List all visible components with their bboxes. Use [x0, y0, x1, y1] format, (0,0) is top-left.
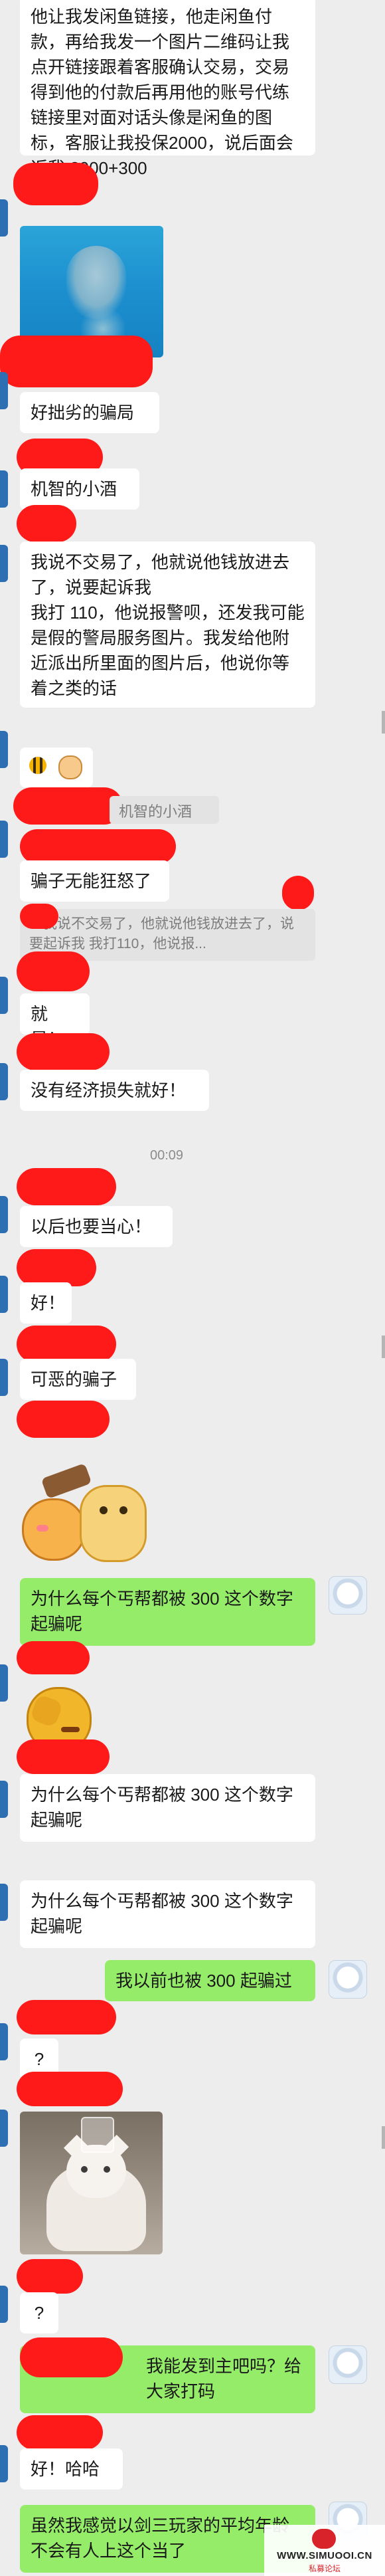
- avatar[interactable]: [0, 2110, 8, 2147]
- redacted-region: [20, 829, 176, 864]
- redacted-region: [282, 876, 314, 910]
- avatar[interactable]: [0, 199, 8, 237]
- message-bubble[interactable]: 好！哈哈: [20, 2448, 123, 2490]
- avatar-self[interactable]: [329, 1960, 367, 1999]
- scroll-tick: [382, 1336, 385, 1358]
- glass-on-head: [81, 2117, 114, 2153]
- message-bubble[interactable]: 好！: [20, 1282, 72, 1324]
- redacted-name: [17, 1641, 90, 1674]
- sticker-hammer: [40, 1462, 92, 1500]
- avatar[interactable]: [0, 372, 8, 409]
- avatar[interactable]: [0, 2445, 8, 2482]
- sticker-mouth: [61, 1727, 80, 1732]
- timestamp: 00:09: [150, 1148, 184, 1163]
- avatar[interactable]: [0, 1196, 8, 1233]
- redacted-name: [17, 2000, 116, 2034]
- watermark-url: WWW.SIMUOOI.CN: [277, 2550, 372, 2561]
- redacted-name: [13, 787, 123, 825]
- avatar[interactable]: [0, 821, 8, 858]
- avatar-self[interactable]: [329, 1576, 367, 1615]
- watermark-label: 私募论坛: [308, 2564, 341, 2573]
- redacted-name: [17, 1168, 116, 1205]
- avatar[interactable]: [0, 545, 8, 582]
- redacted-name: [17, 951, 90, 991]
- redacted-name: [13, 163, 98, 205]
- redacted-name: [17, 1739, 110, 1774]
- redacted-name: [17, 2259, 83, 2294]
- redacted-region: [0, 336, 153, 387]
- redacted-region: [20, 904, 58, 929]
- redacted-name: [17, 2072, 123, 2106]
- redacted-region: [20, 2337, 123, 2377]
- cat-photo[interactable]: [20, 2112, 163, 2254]
- sticker-character-right: [80, 1485, 147, 1562]
- message-bubble[interactable]: 为什么每个丐帮都被 300 这个数字起骗呢: [20, 1774, 315, 1842]
- avatar[interactable]: [0, 1781, 8, 1818]
- logo-icon: [312, 2529, 336, 2549]
- message-bubble-self[interactable]: 我以前也被 300 起骗过: [105, 1960, 315, 2001]
- message-bubble[interactable]: 可恶的骗子: [20, 1359, 136, 1400]
- redacted-name: [17, 2415, 103, 2450]
- sticker-eye: [119, 1506, 127, 1514]
- cat-eye: [81, 2166, 88, 2173]
- avatar[interactable]: [0, 470, 8, 508]
- avatar[interactable]: [0, 1063, 8, 1100]
- avatar[interactable]: [0, 731, 8, 768]
- redacted-name: [17, 1401, 110, 1438]
- message-bubble[interactable]: 机智的小酒: [20, 468, 139, 510]
- bee-icon: [29, 757, 46, 774]
- bear-face-icon: [58, 755, 82, 779]
- message-bubble[interactable]: 没有经济损失就好！: [20, 1070, 209, 1111]
- message-bubble[interactable]: 为什么每个丐帮都被 300 这个数字起骗呢: [20, 1880, 315, 1948]
- watermark: WWW.SIMUOOI.CN 私募论坛: [264, 2525, 385, 2576]
- cartoon-sticker[interactable]: [17, 1462, 149, 1565]
- avatar[interactable]: [0, 1276, 8, 1313]
- message-bubble[interactable]: 我说不交易了，他就说他钱放进去了，说要起诉我 我打 110，他说报警呗，还发我可…: [20, 542, 315, 708]
- redacted-name: [17, 1249, 96, 1286]
- avatar[interactable]: [0, 977, 8, 1014]
- avatar[interactable]: [0, 2286, 8, 2323]
- avatar[interactable]: [0, 2023, 8, 2060]
- redacted-name: [17, 1326, 116, 1363]
- sticker-eye: [100, 1506, 108, 1514]
- scroll-tick: [382, 711, 385, 734]
- cat-eye: [104, 2166, 110, 2173]
- redacted-name: [17, 1033, 110, 1070]
- message-bubble[interactable]: 好拙劣的骗局: [20, 392, 159, 433]
- message-bubble[interactable]: 以后也要当心！: [20, 1206, 173, 1247]
- message-bubble[interactable]: 他让我发闲鱼链接，他走闲鱼付款，再给我发一个图片二维码让我点开链接跟着客服确认交…: [20, 0, 315, 178]
- scroll-tick: [382, 2126, 385, 2149]
- sticker-blush: [37, 1525, 48, 1532]
- message-bubble[interactable]: 就是！: [20, 993, 90, 1049]
- avatar[interactable]: [0, 1664, 8, 1702]
- message-bubble[interactable]: ?: [20, 2292, 58, 2333]
- avatar[interactable]: [0, 1884, 8, 1921]
- sticker-character-left: [22, 1498, 86, 1561]
- emoji-message[interactable]: [20, 747, 93, 787]
- quoted-sender[interactable]: 机智的小酒: [110, 796, 219, 824]
- avatar[interactable]: [0, 1359, 8, 1396]
- redacted-name: [17, 505, 76, 542]
- avatar-self[interactable]: [329, 2345, 367, 2384]
- message-bubble[interactable]: 骗子无能狂怒了: [20, 860, 169, 902]
- message-bubble-self[interactable]: 为什么每个丐帮都被 300 这个数字起骗呢: [20, 1578, 315, 1646]
